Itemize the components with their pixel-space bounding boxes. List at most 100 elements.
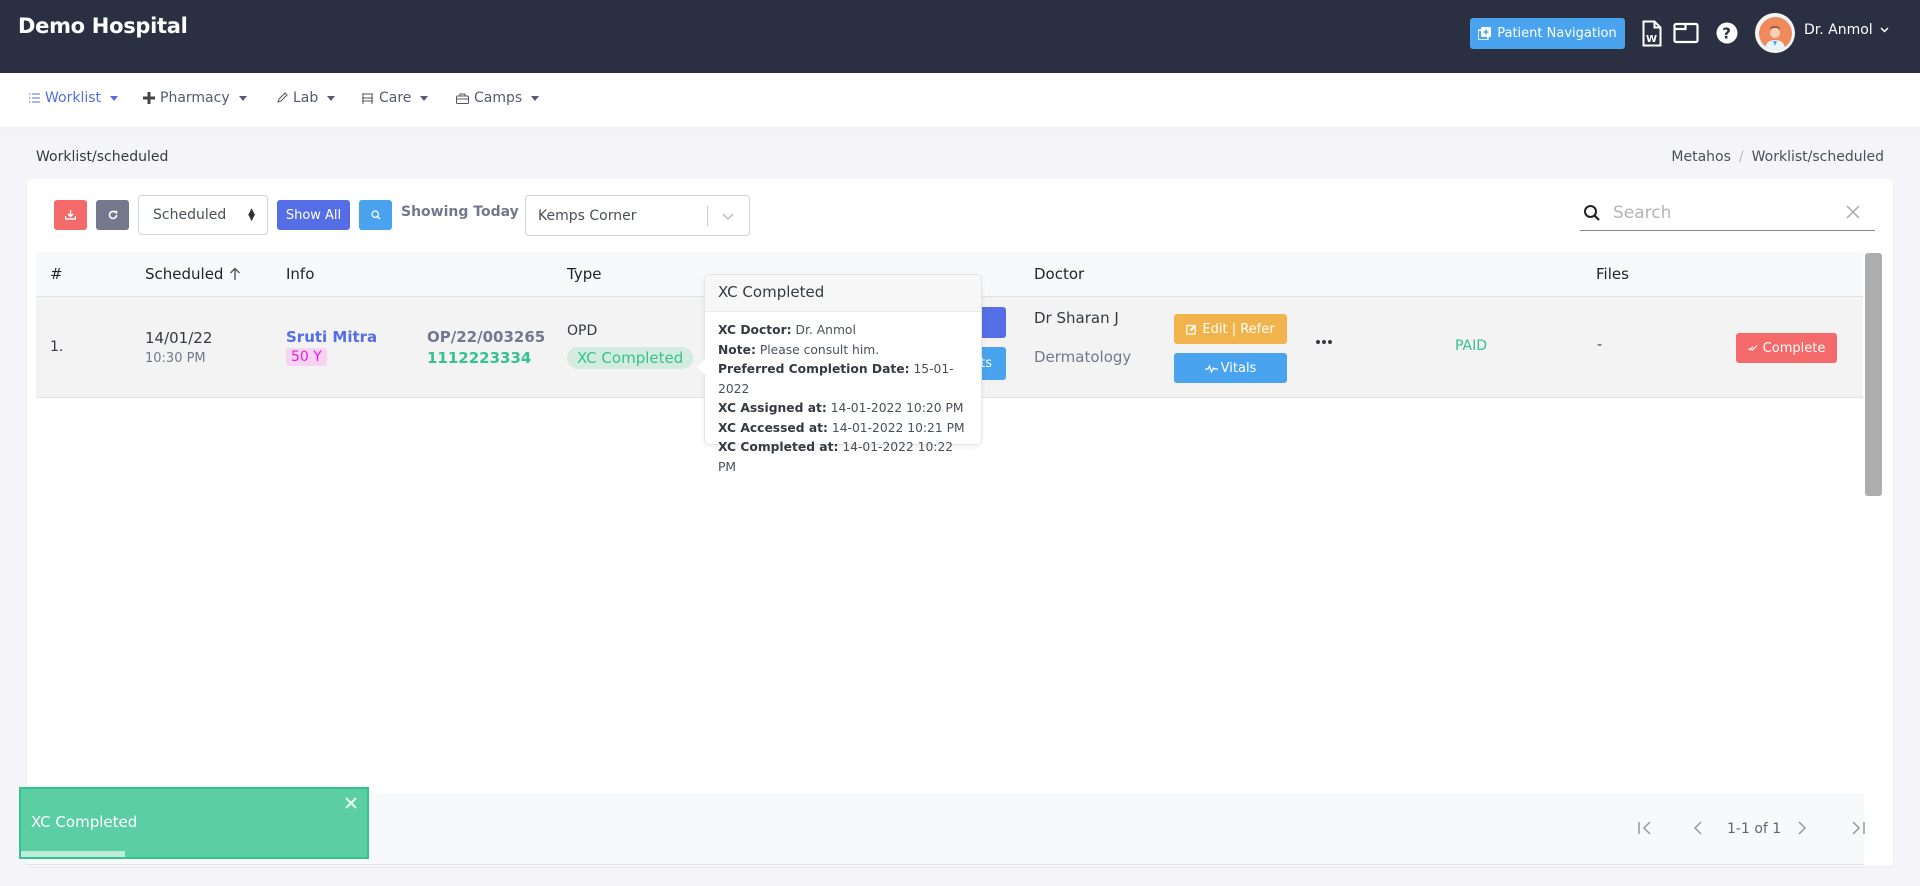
download-button[interactable]: [54, 200, 87, 230]
toast-message: XC Completed: [31, 813, 138, 831]
pagination-label: 1-1 of 1: [1727, 821, 1782, 837]
last-page-icon: [1852, 821, 1865, 835]
popover-line-accessed-at: XC Accessed at: 14-01-2022 10:21 PM: [718, 420, 965, 435]
word-doc-icon[interactable]: W: [1638, 18, 1666, 48]
files-value: -: [1597, 337, 1603, 353]
briefcase-icon: [456, 93, 469, 104]
nav-label-worklist: Worklist: [45, 90, 102, 106]
toast-progress-bar: [21, 851, 125, 857]
refresh-button[interactable]: [96, 200, 129, 230]
breadcrumb: Metahos / Worklist/scheduled: [1671, 149, 1884, 165]
xc-status-popover: XC Completed XC Doctor: Dr. Anmol Note: …: [697, 274, 982, 474]
nav-label-lab: Lab: [293, 90, 319, 106]
popover-line-completed-at: XC Completed at: 14-01-2022 10:22 PM: [718, 440, 954, 474]
close-icon[interactable]: [1845, 204, 1861, 220]
popover-body: XC Doctor: Dr. Anmol Note: Please consul…: [705, 312, 981, 486]
status-select-value: Scheduled: [153, 207, 227, 223]
show-all-button[interactable]: Show All: [277, 200, 350, 230]
caret-down-icon: [327, 95, 336, 101]
toast-notification: XC Completed: [19, 787, 369, 859]
age-badge-wrap: 50 Y: [286, 348, 327, 366]
doctor-department: Dermatology: [1034, 348, 1132, 366]
nav-label-care: Care: [379, 90, 412, 106]
popover-line-assigned-at: XC Assigned at: 14-01-2022 10:20 PM: [718, 401, 964, 415]
caret-down-icon: [531, 95, 540, 101]
showing-today-label: Showing Today: [401, 204, 519, 220]
age-badge: 50 Y: [286, 348, 327, 366]
patient-name-link[interactable]: Sruti Mitra: [286, 328, 377, 346]
header-type: Type: [567, 265, 602, 283]
close-icon[interactable]: [345, 797, 357, 809]
popover-arrow: [697, 359, 705, 375]
nav-item-care[interactable]: Care: [361, 90, 429, 106]
chevron-down-icon: [1880, 27, 1889, 33]
svg-text:W: W: [1646, 34, 1657, 45]
complete-label: Complete: [1762, 340, 1826, 356]
status-select[interactable]: Scheduled ▲ ▼: [138, 195, 268, 235]
help-icon[interactable]: ?: [1713, 18, 1741, 48]
scheduled-time: 10:30 PM: [145, 351, 206, 366]
patient-phone: 1112223334: [427, 349, 532, 367]
refresh-icon: [108, 210, 117, 220]
search-button[interactable]: [359, 200, 392, 230]
caret-down-icon: [420, 95, 429, 101]
sort-updown-icon: ▲ ▼: [248, 207, 255, 223]
patient-navigation-label: Patient Navigation: [1497, 26, 1617, 41]
nav-label-camps: Camps: [474, 90, 523, 106]
header-scheduled-label: Scheduled: [145, 265, 224, 283]
pencil-icon: [277, 92, 288, 103]
search-field: [1580, 196, 1875, 231]
window-icon[interactable]: [1672, 18, 1700, 48]
breadcrumb-metahos[interactable]: Metahos: [1671, 149, 1731, 165]
table-vertical-scrollbar[interactable]: [1865, 253, 1882, 496]
first-page-icon: [1638, 821, 1651, 835]
edit-refer-label: Edit | Refer: [1202, 321, 1275, 337]
bed-icon: [362, 93, 373, 104]
nav-item-worklist[interactable]: Worklist: [29, 90, 119, 106]
plus-icon: [143, 92, 155, 104]
header-doctor: Doctor: [1034, 265, 1085, 283]
previous-page-button[interactable]: [1692, 820, 1704, 840]
svg-text:?: ?: [1722, 25, 1731, 43]
caret-down-icon: [110, 95, 119, 101]
visit-type: OPD: [567, 323, 598, 339]
brand-title: Demo Hospital: [18, 14, 188, 38]
first-page-button[interactable]: [1637, 820, 1655, 840]
more-options-icon[interactable]: [1316, 340, 1332, 344]
top-bar: Demo Hospital Patient Navigation W ? Dr.…: [0, 0, 1920, 73]
vitals-label: Vitals: [1220, 360, 1257, 376]
popover-line-preferred-date: Preferred Completion Date: 15-01-2022: [718, 362, 954, 396]
last-page-button[interactable]: [1848, 820, 1866, 840]
user-avatar[interactable]: [1755, 13, 1795, 53]
location-select-value: Kemps Corner: [538, 207, 637, 224]
xc-status-badge[interactable]: XC Completed: [567, 347, 694, 369]
nav-item-lab[interactable]: Lab: [276, 90, 336, 106]
location-select[interactable]: Kemps Corner: [525, 195, 750, 236]
user-name-label: Dr. Anmol: [1804, 22, 1873, 38]
search-input[interactable]: [1613, 203, 1833, 223]
nav-item-camps[interactable]: Camps: [456, 90, 540, 106]
chevron-left-icon: [1693, 821, 1702, 835]
breadcrumb-current: Worklist/scheduled: [1751, 149, 1884, 165]
complete-button[interactable]: Complete: [1736, 333, 1837, 363]
header-num: #: [50, 265, 63, 283]
popover-title: XC Completed: [705, 275, 981, 312]
nav-item-pharmacy[interactable]: Pharmacy: [143, 90, 247, 106]
vitals-button[interactable]: Vitals: [1174, 353, 1287, 383]
op-number: OP/22/003265: [427, 328, 546, 346]
sort-arrow-up-icon: [230, 267, 241, 280]
header-scheduled[interactable]: Scheduled: [145, 265, 241, 283]
payment-status: PAID: [1455, 338, 1488, 354]
page-title: Worklist/scheduled: [36, 149, 169, 165]
popover-line-xc-doctor: XC Doctor: Dr. Anmol: [718, 323, 856, 337]
doctor-name: Dr Sharan J: [1034, 309, 1119, 327]
nav-label-pharmacy: Pharmacy: [160, 90, 230, 106]
patient-navigation-button[interactable]: Patient Navigation: [1470, 18, 1625, 49]
download-icon: [65, 210, 76, 220]
heartbeat-icon: [1204, 363, 1218, 373]
next-page-button[interactable]: [1796, 820, 1808, 840]
edit-refer-button[interactable]: Edit | Refer: [1174, 314, 1287, 344]
scheduled-date: 14/01/22: [145, 329, 213, 347]
user-menu[interactable]: Dr. Anmol: [1804, 22, 1889, 38]
search-icon: [370, 210, 380, 220]
